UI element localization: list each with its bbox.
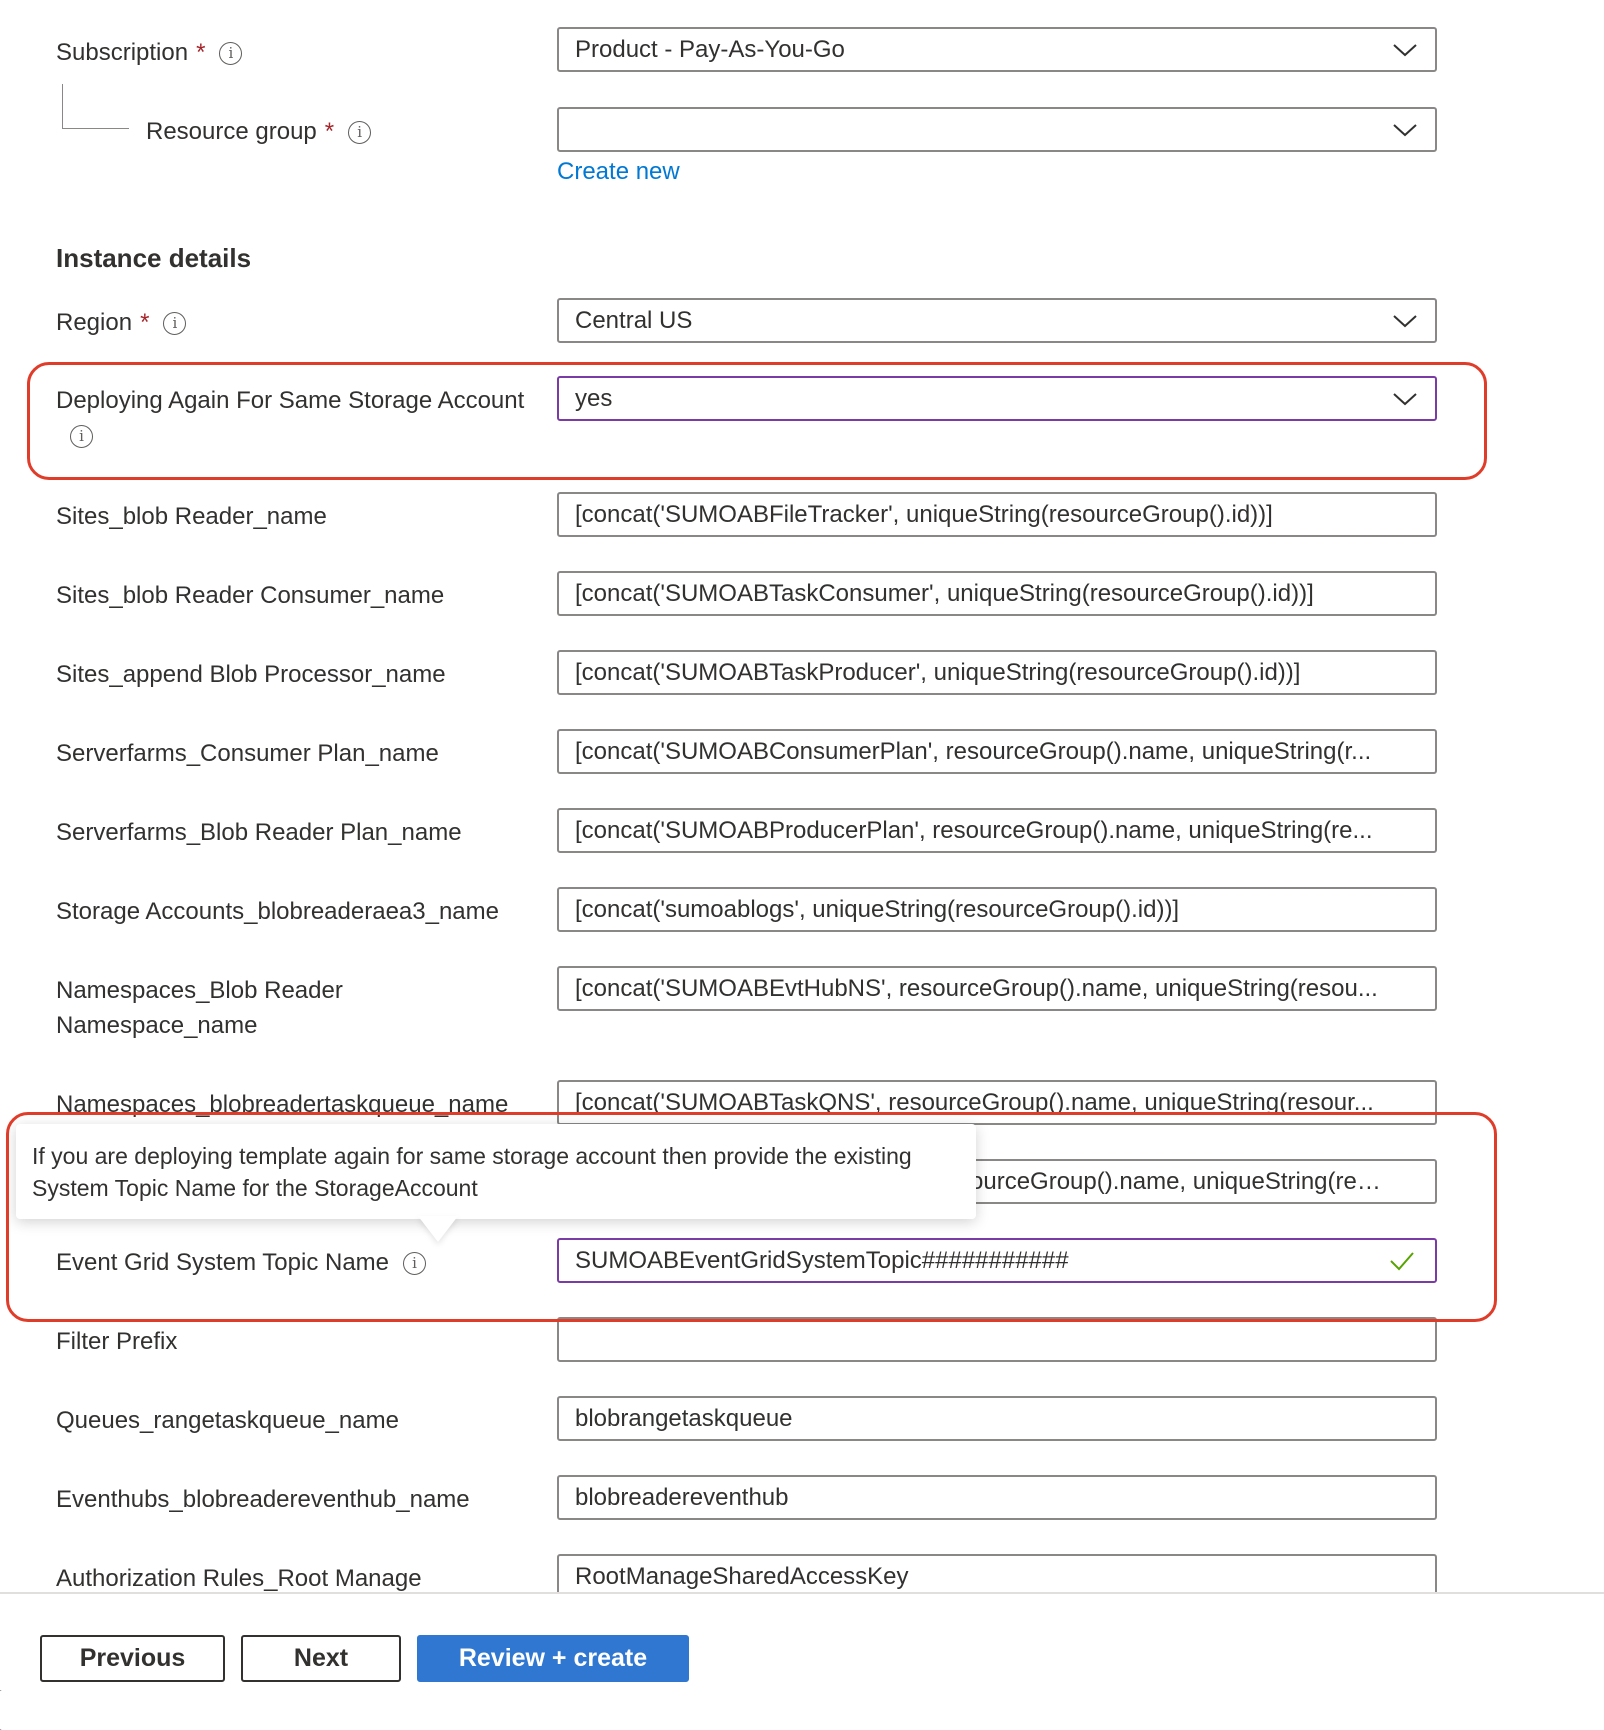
sites-append-blob-processor-name-input[interactable]: [concat('SUMOABTaskProducer', uniqueStri… xyxy=(557,650,1437,695)
field-label: Authorization Rules_Root Manage xyxy=(56,1565,422,1592)
field-label: Queues_rangetaskqueue_name xyxy=(56,1407,399,1434)
deploying-again-dropdown[interactable]: yes xyxy=(557,376,1437,421)
chevron-down-icon xyxy=(1393,393,1417,406)
subscription-value: Product - Pay-As-You-Go xyxy=(575,36,845,63)
storage-accounts-name-input[interactable]: [concat('sumoablogs', uniqueString(resou… xyxy=(557,887,1437,932)
serverfarms-consumer-plan-name-input[interactable]: [concat('SUMOABConsumerPlan', resourceGr… xyxy=(557,729,1437,774)
subscription-dropdown[interactable]: Product - Pay-As-You-Go xyxy=(557,27,1437,72)
info-icon[interactable]: i xyxy=(70,425,93,448)
sites-blob-reader-name-input[interactable]: [concat('SUMOABFileTracker', uniqueStrin… xyxy=(557,492,1437,537)
info-icon[interactable]: i xyxy=(348,121,372,144)
field-label: Serverfarms_Blob Reader Plan_name xyxy=(56,819,462,846)
field-label: Storage Accounts_blobreaderaea3_name xyxy=(56,898,499,925)
field-label: Sites_blob Reader_name xyxy=(56,503,327,530)
resource-group-label: Resource group * i xyxy=(146,114,372,149)
event-grid-topic-input[interactable]: SUMOABEventGridSystemTopic########### xyxy=(557,1238,1437,1283)
deploying-again-label: Deploying Again For Same Storage Account… xyxy=(56,383,526,453)
namespaces-blob-reader-namespace-name-input[interactable]: [concat('SUMOABEvtHubNS', resourceGroup(… xyxy=(557,966,1437,1011)
section-heading-instance-details: Instance details xyxy=(56,243,252,273)
field-label: Namespaces_blobreadertaskqueue_name xyxy=(56,1091,509,1118)
next-button[interactable]: Next xyxy=(241,1635,401,1682)
field-label: Filter Prefix xyxy=(56,1328,178,1355)
previous-button[interactable]: Previous xyxy=(40,1635,225,1682)
required-asterisk: * xyxy=(140,309,150,336)
window-corner xyxy=(0,1690,12,1730)
region-dropdown[interactable]: Central US xyxy=(557,298,1437,343)
event-grid-topic-value: SUMOABEventGridSystemTopic########### xyxy=(575,1247,1069,1274)
field-label: Sites_append Blob Processor_name xyxy=(56,661,446,688)
checkmark-icon xyxy=(1390,1252,1414,1271)
serverfarms-blob-reader-plan-name-input[interactable]: [concat('SUMOABProducerPlan', resourceGr… xyxy=(557,808,1437,853)
region-label: Region * i xyxy=(56,305,187,340)
chevron-down-icon xyxy=(1393,124,1417,137)
sites-blob-reader-consumer-name-input[interactable]: [concat('SUMOABTaskConsumer', uniqueStri… xyxy=(557,571,1437,616)
field-label: Eventhubs_blobreadereventhub_name xyxy=(56,1486,470,1513)
review-create-button[interactable]: Review + create xyxy=(417,1635,689,1682)
footer-divider xyxy=(0,1592,1604,1594)
subscription-label: Subscription * i xyxy=(56,35,243,70)
eventhubs-blobreadereventhub-name-input[interactable]: blobreadereventhub xyxy=(557,1475,1437,1520)
event-grid-topic-label: Event Grid System Topic Name i xyxy=(56,1245,427,1280)
create-new-link[interactable]: Create new xyxy=(557,158,680,186)
field-label: Sites_blob Reader Consumer_name xyxy=(56,582,445,609)
deploying-again-value: yes xyxy=(575,385,613,412)
field-label: Namespaces_Blob Reader Namespace_name xyxy=(56,977,343,1039)
region-value: Central US xyxy=(575,307,693,334)
resource-group-dropdown[interactable] xyxy=(557,107,1437,152)
tree-connector xyxy=(62,84,129,129)
info-icon[interactable]: i xyxy=(163,312,187,335)
namespaces-blobreadertaskqueue-name-input[interactable]: [concat('SUMOABTaskQNS', resourceGroup()… xyxy=(557,1080,1437,1125)
queues-rangetaskqueue-name-input[interactable]: blobrangetaskqueue xyxy=(557,1396,1437,1441)
info-icon[interactable]: i xyxy=(403,1252,427,1275)
info-icon[interactable]: i xyxy=(219,42,243,65)
info-tooltip: If you are deploying template again for … xyxy=(16,1124,976,1219)
chevron-down-icon xyxy=(1393,44,1417,57)
filter-prefix-input[interactable] xyxy=(557,1317,1437,1362)
tooltip-beak xyxy=(418,1216,458,1242)
field-label: Serverfarms_Consumer Plan_name xyxy=(56,740,439,767)
required-asterisk: * xyxy=(324,118,335,145)
chevron-down-icon xyxy=(1393,315,1417,328)
required-asterisk: * xyxy=(196,39,206,66)
